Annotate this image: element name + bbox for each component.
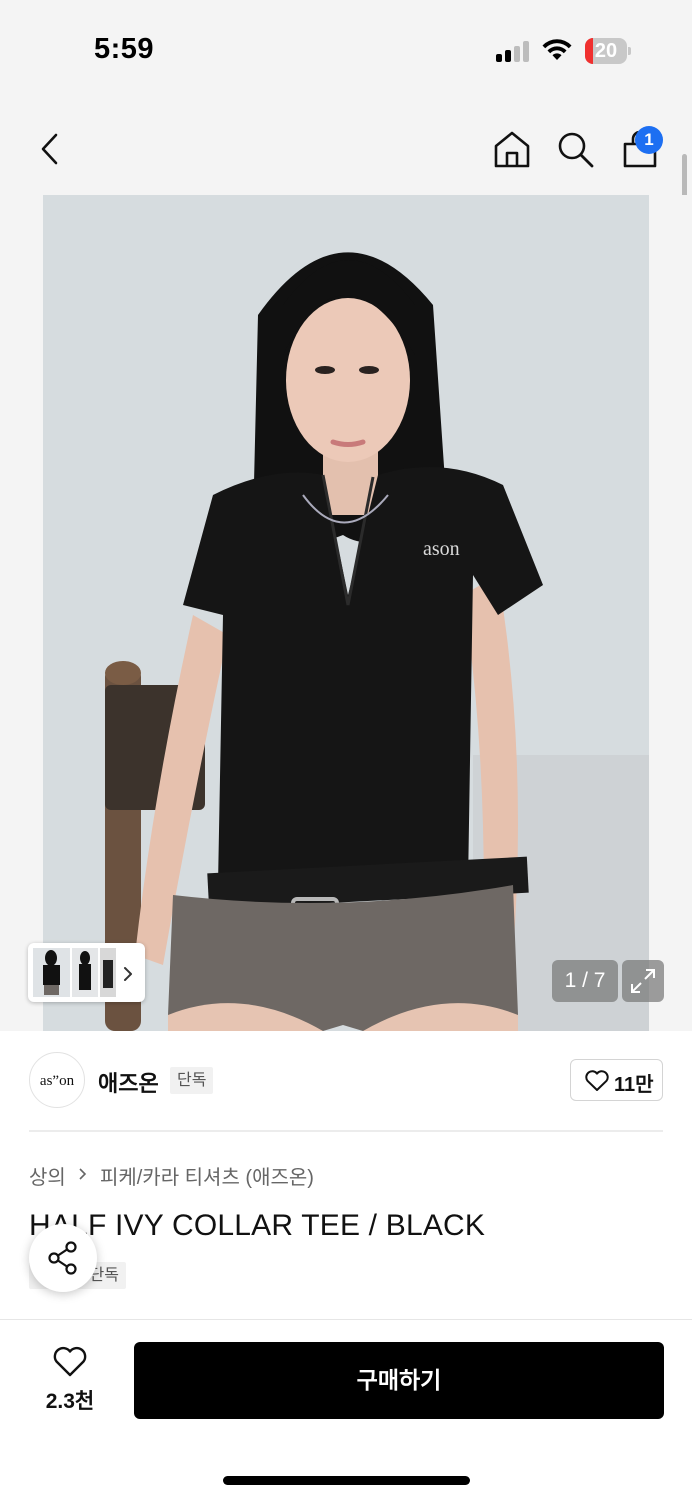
- search-icon[interactable]: [556, 130, 596, 170]
- brand-like-count: 11만: [614, 1074, 654, 1096]
- heart-icon[interactable]: [52, 1346, 88, 1378]
- bottom-bar-divider: [0, 1319, 692, 1320]
- breadcrumb: 상의 피케/카라 티셔츠 (애즈온): [29, 1161, 314, 1190]
- share-icon: [48, 1241, 77, 1275]
- svg-text:ason: ason: [423, 538, 460, 560]
- product-gallery: ason: [0, 195, 692, 1031]
- buy-button[interactable]: 구매하기: [134, 1342, 664, 1419]
- brand-name[interactable]: 애즈온: [98, 1066, 159, 1098]
- wish-count: 2.3천: [45, 1390, 95, 1413]
- thumbnail-image[interactable]: [72, 948, 98, 997]
- image-counter: 1 / 7: [552, 960, 618, 1002]
- expand-button[interactable]: [622, 960, 664, 1002]
- chevron-right-icon[interactable]: [121, 965, 135, 983]
- brand-logo[interactable]: as”on: [29, 1052, 85, 1108]
- battery-level: 20: [594, 40, 618, 62]
- breadcrumb-category[interactable]: 상의: [29, 1161, 66, 1190]
- cart-count-badge[interactable]: 1: [635, 126, 663, 154]
- expand-icon: [631, 969, 655, 993]
- product-title: HALF IVY COLLAR TEE / BLACK: [29, 1209, 486, 1242]
- wifi-icon: [542, 39, 572, 60]
- share-button[interactable]: [29, 1224, 97, 1292]
- heart-icon: [585, 1070, 609, 1091]
- chevron-left-icon[interactable]: [36, 131, 64, 167]
- breadcrumb-subcategory[interactable]: 피케/카라 티셔츠 (애즈온): [100, 1161, 314, 1190]
- product-photo[interactable]: ason: [43, 195, 649, 1031]
- cellular-signal-icon: [496, 40, 532, 62]
- brand-like-button[interactable]: 11만: [570, 1059, 663, 1101]
- battery-icon: 20: [585, 38, 631, 64]
- home-indicator[interactable]: [223, 1476, 470, 1485]
- exclusive-badge: 단독: [170, 1067, 214, 1094]
- divider: [29, 1130, 663, 1132]
- status-bar: 5:59 20: [0, 0, 692, 100]
- status-time: 5:59: [94, 33, 155, 65]
- chevron-right-icon: [78, 1164, 88, 1187]
- product-photo-illustration: ason: [43, 195, 649, 1031]
- home-icon[interactable]: [492, 129, 532, 169]
- thumbnail-image[interactable]: [33, 948, 70, 997]
- thumbnail-image[interactable]: [100, 948, 116, 997]
